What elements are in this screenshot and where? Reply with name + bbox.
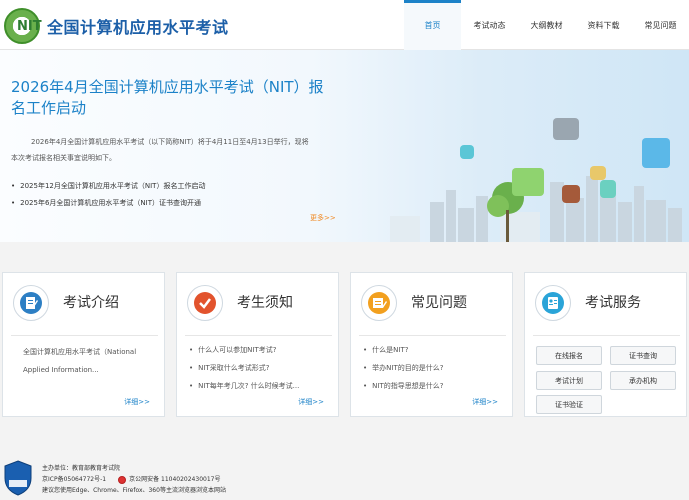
site-header: NIT 全国计算机应用水平考试 首页 考试动态 大纲教材 资料下载 常见问题: [0, 0, 689, 50]
list-item[interactable]: 什么人可以参加NIT考试?: [189, 341, 334, 359]
card-intro-text: 全国计算机应用水平考试（National Applied Information…: [23, 348, 137, 374]
list-item[interactable]: 什么是NIT?: [363, 341, 508, 359]
online-registration-button[interactable]: 在线报名: [536, 346, 602, 365]
nav-item-home[interactable]: 首页: [404, 0, 461, 50]
certificate-query-button[interactable]: 证书查询: [610, 346, 676, 365]
floating-cube-icon: [600, 180, 616, 198]
card-divider: [359, 335, 506, 336]
floating-cube-icon: [590, 166, 606, 180]
banner-more-link[interactable]: 更多>>: [310, 213, 336, 223]
banner-news-list: 2025年12月全国计算机应用水平考试（NIT）报名工作启动 2025年6月全国…: [11, 178, 205, 212]
main-nav: 首页 考试动态 大纲教材 资料下载 常见问题: [404, 0, 689, 50]
footer-browser-note: 建议您使用Edge、Chrome、Firefox、360等主流浏览器浏览本网站: [42, 487, 226, 494]
footer-sponsor: 主办单位：教育部教育考试院: [42, 465, 121, 472]
banner-news-link[interactable]: 2025年6月全国计算机应用水平考试（NIT）证书查询开通: [11, 195, 205, 212]
police-record-number[interactable]: 京公网安备 11040202430017号: [129, 474, 220, 485]
card-faq: 常见问题 什么是NIT? 举办NIT的目的是什么? NIT的指导思想是什么? 详…: [350, 272, 513, 417]
list-item[interactable]: 举办NIT的目的是什么?: [363, 359, 508, 377]
notice-list: 什么人可以参加NIT考试? NIT采取什么考试形式? NIT每年考几次? 什么时…: [189, 341, 334, 395]
card-divider: [533, 335, 680, 336]
floating-cube-icon: [460, 145, 474, 159]
site-footer: 主办单位：教育部教育考试院 京ICP备05064772号-1 京公网安备 110…: [0, 446, 689, 500]
card-title: 考试介绍: [63, 295, 119, 311]
list-item[interactable]: NIT采取什么考试形式?: [189, 359, 334, 377]
floating-cube-icon: [553, 118, 579, 140]
hero-banner: 2026年4月全国计算机应用水平考试（NIT）报名工作启动 2026年4月全国计…: [0, 50, 689, 242]
logo-text: NIT: [17, 19, 42, 34]
nav-item-exam-news[interactable]: 考试动态: [461, 0, 518, 50]
nav-item-syllabus[interactable]: 大纲教材: [518, 0, 575, 50]
card-title: 常见问题: [411, 295, 467, 311]
document-icon: [13, 285, 49, 321]
nav-item-downloads[interactable]: 资料下载: [575, 0, 632, 50]
card-divider: [11, 335, 158, 336]
card-divider: [185, 335, 332, 336]
footer-record-line: 京ICP备05064772号-1 京公网安备 11040202430017号: [42, 474, 226, 485]
detail-link[interactable]: 详细>>: [472, 397, 498, 407]
feature-cards: 考试介绍 全国计算机应用水平考试（National Applied Inform…: [2, 272, 689, 417]
site-logo-icon[interactable]: NIT: [4, 8, 42, 44]
card-exam-services: 考试服务 在线报名 证书查询 考试计划 承办机构 证书验证: [524, 272, 687, 417]
floating-cube-icon: [512, 168, 544, 196]
icp-number[interactable]: 京ICP备05064772号-1: [42, 474, 106, 485]
banner-news-link[interactable]: 2025年12月全国计算机应用水平考试（NIT）报名工作启动: [11, 178, 205, 195]
banner-headline[interactable]: 2026年4月全国计算机应用水平考试（NIT）报名工作启动: [11, 77, 331, 119]
card-title: 考试服务: [585, 295, 641, 311]
floating-cube-icon: [562, 185, 580, 203]
card-candidate-notice: 考生须知 什么人可以参加NIT考试? NIT采取什么考试形式? NIT每年考几次…: [176, 272, 339, 417]
exam-schedule-button[interactable]: 考试计划: [536, 371, 602, 390]
checkmark-icon: [187, 285, 223, 321]
card-exam-intro: 考试介绍 全国计算机应用水平考试（National Applied Inform…: [2, 272, 165, 417]
floating-cube-icon: [642, 138, 670, 168]
site-title[interactable]: 全国计算机应用水平考试: [47, 14, 229, 38]
banner-description: 2026年4月全国计算机应用水平考试（以下简称NIT）将于4月11日至4月13日…: [11, 138, 309, 162]
detail-link[interactable]: 详细>>: [298, 397, 324, 407]
list-item[interactable]: NIT的指导思想是什么?: [363, 377, 508, 395]
host-institutions-button[interactable]: 承办机构: [610, 371, 676, 390]
detail-link[interactable]: 详细>>: [124, 397, 150, 407]
public-institution-badge-icon[interactable]: [3, 460, 33, 496]
nav-item-faq[interactable]: 常见问题: [632, 0, 689, 50]
id-card-icon: [535, 285, 571, 321]
list-item[interactable]: NIT每年考几次? 什么时候考试...: [189, 377, 334, 395]
faq-list: 什么是NIT? 举办NIT的目的是什么? NIT的指导思想是什么?: [363, 341, 508, 395]
certificate-verify-button[interactable]: 证书验证: [536, 395, 602, 414]
card-title: 考生须知: [237, 295, 293, 311]
police-badge-icon: [118, 475, 127, 484]
pen-document-icon: [361, 285, 397, 321]
footer-info: 主办单位：教育部教育考试院 京ICP备05064772号-1 京公网安备 110…: [42, 463, 226, 496]
